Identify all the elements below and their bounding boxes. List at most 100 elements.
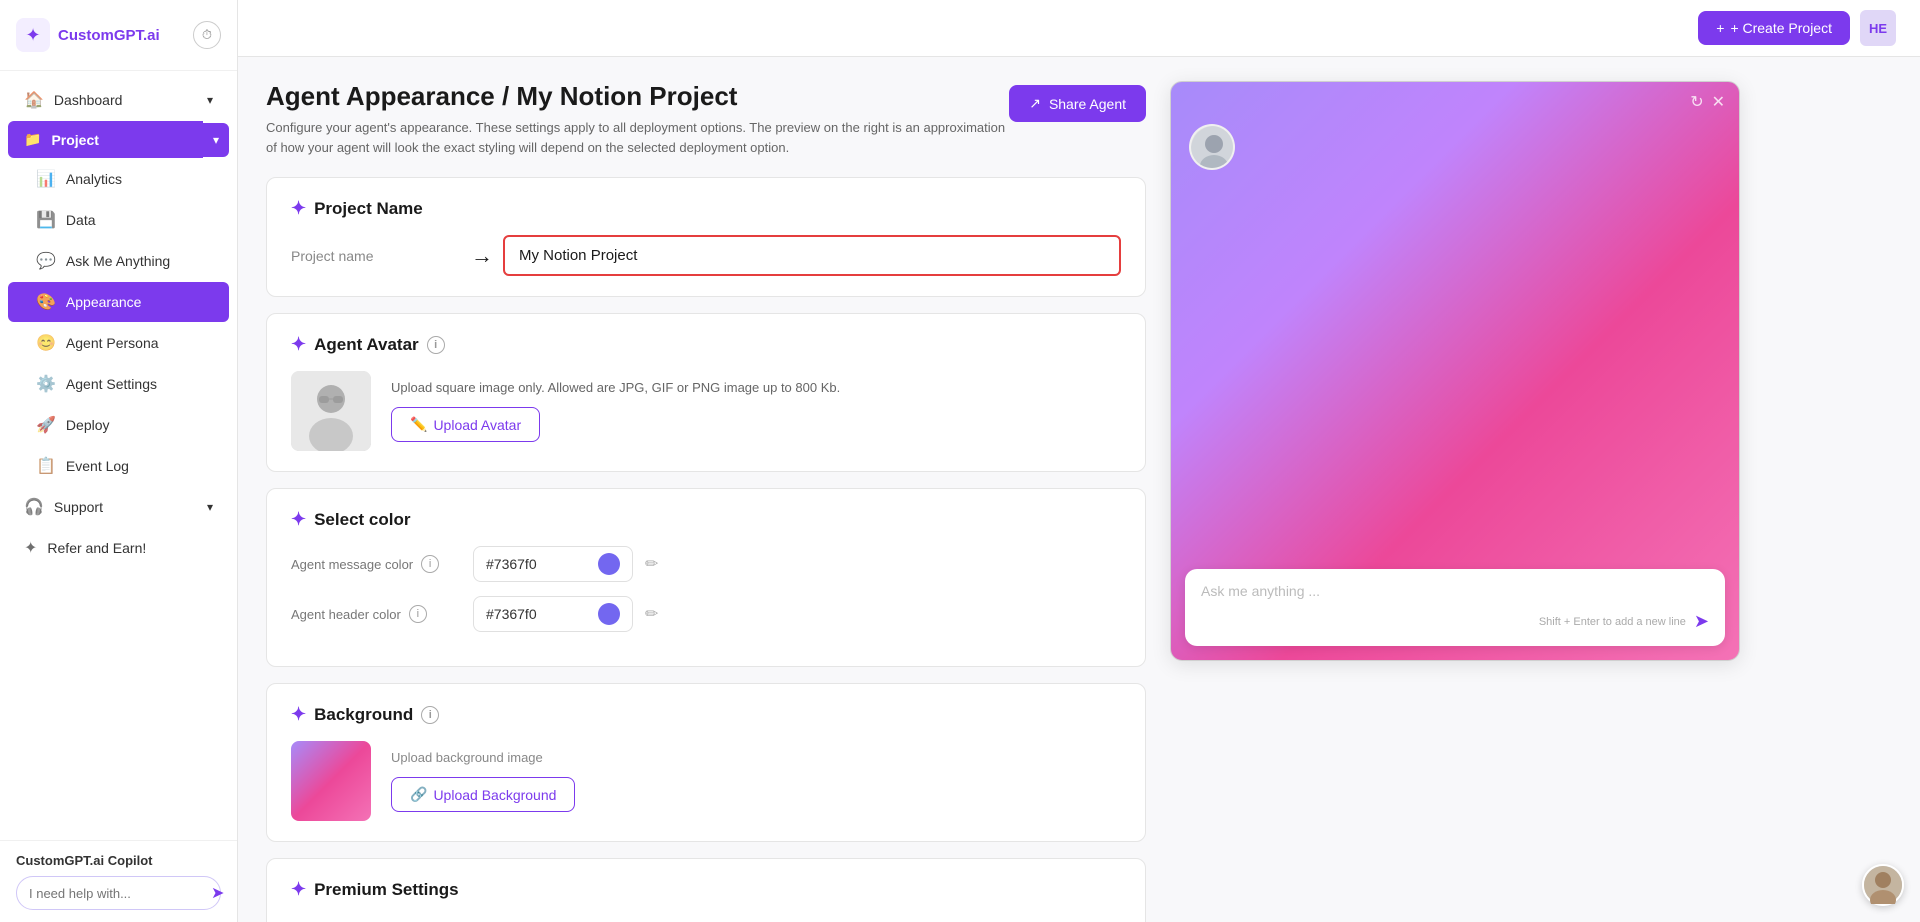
sidebar-appearance-label: Appearance bbox=[66, 294, 142, 310]
sparkle-icon-1: ✦ bbox=[291, 198, 306, 219]
sidebar-item-analytics[interactable]: 📊 Analytics bbox=[8, 159, 229, 199]
bottom-right-user-avatar[interactable] bbox=[1862, 864, 1904, 906]
preview-close-icon[interactable]: ✕ bbox=[1712, 92, 1725, 112]
message-color-dot[interactable] bbox=[598, 553, 620, 575]
preview-chat-hint: Shift + Enter to add a new line bbox=[1539, 616, 1686, 628]
sidebar-item-agent-persona[interactable]: 😊 Agent Persona bbox=[8, 323, 229, 363]
sidebar-logo: ✦ CustomGPT.ai ⏱ bbox=[0, 0, 237, 71]
project-name-label: Project name bbox=[291, 248, 451, 264]
header-color-edit-icon[interactable]: ✏ bbox=[645, 604, 658, 624]
preview-topbar: ↻ ✕ bbox=[1171, 82, 1739, 122]
upload-background-button[interactable]: 🔗 Upload Background bbox=[391, 777, 575, 812]
pencil-icon: ✏️ bbox=[410, 416, 427, 433]
preview-agent-avatar bbox=[1189, 124, 1235, 170]
project-chevron[interactable]: ▾ bbox=[203, 123, 229, 157]
support-icon: 🎧 bbox=[24, 497, 44, 517]
create-project-button[interactable]: + + Create Project bbox=[1698, 11, 1850, 45]
background-row: Upload background image 🔗 Upload Backgro… bbox=[291, 741, 1121, 821]
sparkle-icon-5: ✦ bbox=[291, 879, 306, 900]
sidebar-item-ask-me-anything[interactable]: 💬 Ask Me Anything bbox=[8, 241, 229, 281]
project-name-section: ✦ Project Name Project name → bbox=[266, 177, 1146, 297]
message-color-input-wrap: #7367f0 bbox=[473, 546, 633, 582]
sidebar-analytics-label: Analytics bbox=[66, 171, 122, 187]
message-color-edit-icon[interactable]: ✏ bbox=[645, 554, 658, 574]
header-color-info-icon[interactable]: i bbox=[409, 605, 427, 623]
sidebar-item-event-log[interactable]: 📋 Event Log bbox=[8, 446, 229, 486]
sidebar-data-label: Data bbox=[66, 212, 96, 228]
preview-refresh-icon[interactable]: ↻ bbox=[1690, 92, 1703, 112]
logo-icon: ✦ bbox=[16, 18, 50, 52]
share-agent-button[interactable]: ↗ Share Agent bbox=[1009, 85, 1146, 122]
topbar: + + Create Project HE bbox=[238, 0, 1920, 57]
create-project-label: + Create Project bbox=[1730, 20, 1832, 36]
select-color-section: ✦ Select color Agent message color i #73… bbox=[266, 488, 1146, 667]
avatar-image bbox=[291, 371, 371, 451]
sidebar-event-log-label: Event Log bbox=[66, 458, 129, 474]
persona-icon: 😊 bbox=[36, 333, 56, 353]
upload-avatar-button[interactable]: ✏️ Upload Avatar bbox=[391, 407, 540, 442]
background-info-icon[interactable]: i bbox=[421, 706, 439, 724]
refer-icon: ✦ bbox=[24, 538, 37, 558]
sidebar-ask-label: Ask Me Anything bbox=[66, 253, 170, 269]
message-color-info-icon[interactable]: i bbox=[421, 555, 439, 573]
preview-send-icon[interactable]: ➤ bbox=[1694, 611, 1709, 632]
sidebar-item-refer-earn[interactable]: ✦ Refer and Earn! bbox=[8, 528, 229, 568]
share-icon: ↗ bbox=[1029, 95, 1041, 112]
deploy-icon: 🚀 bbox=[36, 415, 56, 435]
sidebar-item-agent-settings[interactable]: ⚙️ Agent Settings bbox=[8, 364, 229, 404]
sidebar-settings-label: Agent Settings bbox=[66, 376, 157, 392]
sidebar-item-dashboard[interactable]: 🏠 Dashboard ▾ bbox=[8, 80, 229, 120]
dashboard-icon: 🏠 bbox=[24, 90, 44, 110]
sidebar-item-data[interactable]: 💾 Data bbox=[8, 200, 229, 240]
left-panel: Agent Appearance / My Notion Project Con… bbox=[266, 81, 1146, 922]
preview-chat-box: Ask me anything ... Shift + Enter to add… bbox=[1185, 569, 1725, 646]
analytics-icon: 📊 bbox=[36, 169, 56, 189]
avatar-info-icon[interactable]: i bbox=[427, 336, 445, 354]
copilot-input[interactable] bbox=[29, 886, 205, 901]
bg-upload-hint: Upload background image bbox=[391, 750, 575, 765]
sidebar-item-project[interactable]: 📁 Project ▾ bbox=[8, 121, 229, 158]
project-icon: 📁 bbox=[24, 131, 41, 148]
preview-chat-placeholder: Ask me anything ... bbox=[1201, 583, 1709, 599]
sidebar-support-label: Support bbox=[54, 499, 103, 515]
background-heading: ✦ Background i bbox=[291, 704, 1121, 725]
preview-avatar-image bbox=[1191, 126, 1235, 170]
header-color-label: Agent header color i bbox=[291, 605, 461, 623]
header-color-row: Agent header color i #7367f0 ✏ bbox=[291, 596, 1121, 632]
header-color-value: #7367f0 bbox=[486, 606, 590, 622]
copilot-input-wrap: ➤ bbox=[16, 876, 221, 910]
header-color-dot[interactable] bbox=[598, 603, 620, 625]
sidebar-persona-label: Agent Persona bbox=[66, 335, 159, 351]
message-color-row: Agent message color i #7367f0 ✏ bbox=[291, 546, 1121, 582]
sparkle-icon-3: ✦ bbox=[291, 509, 306, 530]
background-section: ✦ Background i Upload background image 🔗… bbox=[266, 683, 1146, 842]
sidebar-nav: 🏠 Dashboard ▾ 📁 Project ▾ 📊 Analytics 💾 … bbox=[0, 71, 237, 840]
ask-icon: 💬 bbox=[36, 251, 56, 271]
premium-settings-heading: ✦ Premium Settings bbox=[291, 879, 1121, 900]
sidebar-item-appearance[interactable]: 🎨 Appearance bbox=[8, 282, 229, 322]
header-color-input-wrap: #7367f0 bbox=[473, 596, 633, 632]
sidebar-project-main[interactable]: 📁 Project bbox=[8, 121, 203, 158]
sidebar: ✦ CustomGPT.ai ⏱ 🏠 Dashboard ▾ 📁 Project… bbox=[0, 0, 238, 922]
logo-text: CustomGPT.ai bbox=[58, 27, 160, 44]
clock-icon[interactable]: ⏱ bbox=[193, 21, 221, 49]
project-name-row: Project name → bbox=[291, 235, 1121, 276]
user-avatar: HE bbox=[1860, 10, 1896, 46]
agent-avatar-section: ✦ Agent Avatar i bbox=[266, 313, 1146, 472]
support-chevron-icon: ▾ bbox=[207, 500, 213, 514]
preview-chat-footer: Shift + Enter to add a new line ➤ bbox=[1201, 611, 1709, 632]
appearance-icon: 🎨 bbox=[36, 292, 56, 312]
copilot-send-icon[interactable]: ➤ bbox=[211, 883, 224, 903]
premium-settings-section: ✦ Premium Settings bbox=[266, 858, 1146, 922]
project-name-input[interactable] bbox=[503, 235, 1121, 276]
chevron-down-icon: ▾ bbox=[207, 93, 213, 107]
sidebar-project-label: Project bbox=[51, 132, 98, 148]
sparkle-icon-2: ✦ bbox=[291, 334, 306, 355]
svg-text:✦: ✦ bbox=[25, 25, 40, 45]
sidebar-item-support[interactable]: 🎧 Support ▾ bbox=[8, 487, 229, 527]
settings-icon: ⚙️ bbox=[36, 374, 56, 394]
avatar-info: Upload square image only. Allowed are JP… bbox=[391, 380, 1121, 442]
preview-panel: ↻ ✕ Ask me anything ... bbox=[1170, 81, 1740, 922]
bottom-avatar-image bbox=[1864, 866, 1902, 904]
sidebar-item-deploy[interactable]: 🚀 Deploy bbox=[8, 405, 229, 445]
